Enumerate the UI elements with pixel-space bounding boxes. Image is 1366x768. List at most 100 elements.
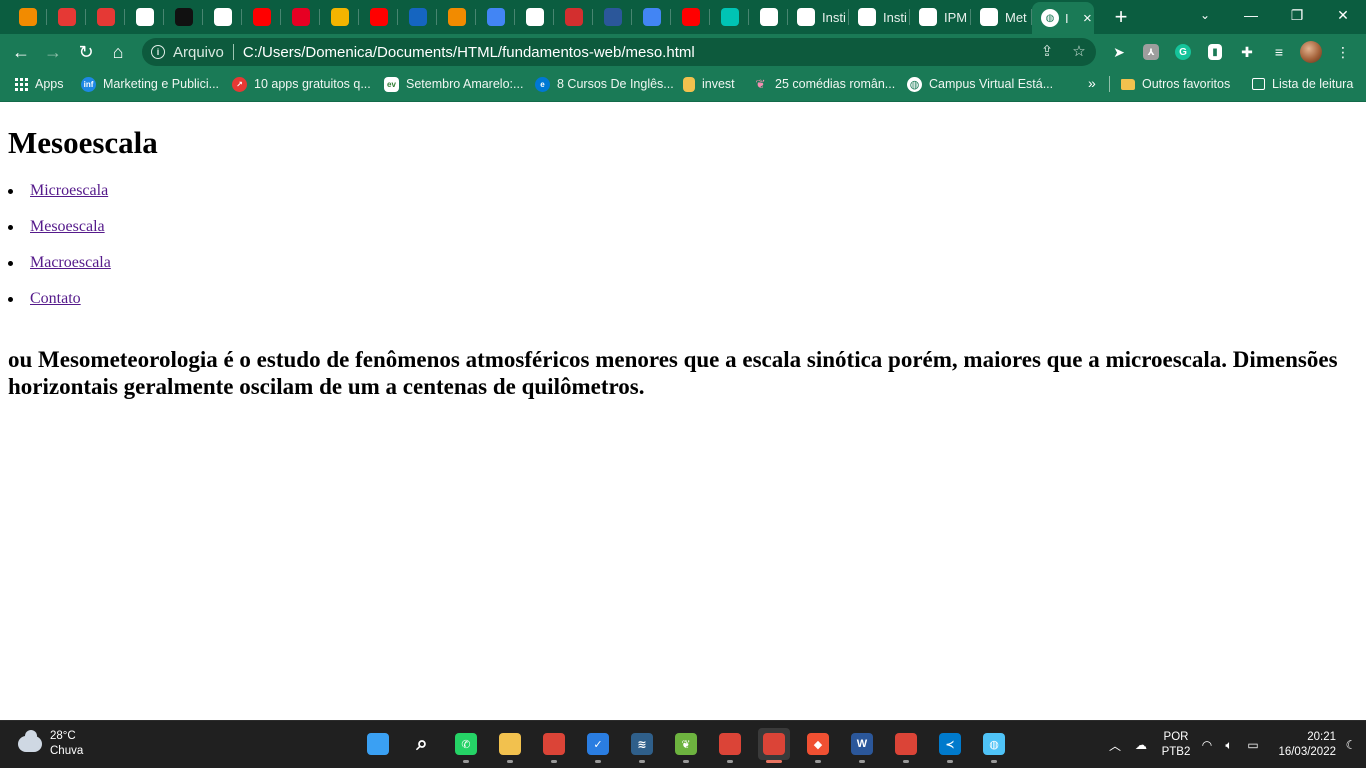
grammarly-icon[interactable]: G — [1170, 39, 1196, 65]
taskbar-vscode-button[interactable]: ≺ — [934, 728, 966, 763]
tab[interactable] — [398, 0, 437, 34]
site-info-icon[interactable]: i — [151, 45, 165, 59]
share-icon[interactable]: ⇪ — [1038, 42, 1056, 60]
tab[interactable] — [710, 0, 749, 34]
tab-active[interactable]: ◍ I × — [1032, 2, 1094, 34]
taskbar-chrome-profile-button[interactable] — [714, 728, 746, 763]
bookmark-cursos[interactable]: e 8 Cursos De Inglês... — [535, 70, 674, 98]
reload-button[interactable]: ↻ — [73, 39, 99, 65]
tab[interactable] — [437, 0, 476, 34]
taskbar-whatsapp-button[interactable]: ✆ — [450, 728, 482, 763]
taskbar-mysql-workbench-button[interactable]: ≋ — [626, 728, 658, 763]
clock[interactable]: 20:21 16/03/2022 — [1266, 730, 1336, 760]
tab[interactable] — [632, 0, 671, 34]
taskbar-git-button[interactable]: ◆ — [802, 728, 834, 763]
address-bar[interactable]: i Arquivo C:/Users/Domenica/Documents/HT… — [142, 38, 1096, 66]
tab[interactable] — [749, 0, 788, 34]
youtube-icon — [252, 8, 271, 26]
media-control-icon[interactable]: ≡ — [1266, 39, 1292, 65]
running-indicator — [766, 760, 782, 763]
running-indicator — [991, 760, 997, 763]
tab[interactable] — [476, 0, 515, 34]
bookmark-campus[interactable]: ◍ Campus Virtual Está... — [907, 70, 1053, 98]
taskbar-word-button[interactable]: W — [846, 728, 878, 763]
taskbar-chrome-profile-button[interactable] — [890, 728, 922, 763]
taskbar-map-app-button[interactable]: ◍ — [978, 728, 1010, 763]
restore-button[interactable]: ❐ — [1274, 0, 1320, 30]
battery-icon[interactable]: ▭ — [1240, 738, 1266, 752]
reading-list-button[interactable]: Lista de leitura — [1252, 70, 1353, 98]
tab[interactable] — [671, 0, 710, 34]
tab[interactable] — [359, 0, 398, 34]
nav-link-contato[interactable]: Contato — [30, 290, 81, 307]
tab[interactable] — [242, 0, 281, 34]
bookmark-other-favorites[interactable]: Outros favoritos — [1121, 70, 1230, 98]
todo-icon: ✓ — [587, 733, 609, 755]
minimize-button[interactable]: — — [1228, 0, 1274, 30]
bookmark-comedias[interactable]: ❦ 25 comédias român... — [753, 70, 895, 98]
taskbar-chrome-profile-button[interactable] — [758, 728, 790, 763]
file-explorer-icon — [499, 733, 521, 755]
chrome-profile-icon — [763, 733, 785, 755]
nav-link-microescala[interactable]: Microescala — [30, 182, 108, 199]
tab-title: Insti — [822, 9, 846, 25]
profile-avatar[interactable] — [1298, 39, 1324, 65]
tab[interactable] — [554, 0, 593, 34]
tab[interactable] — [203, 0, 242, 34]
taskbar-file-explorer-button[interactable] — [494, 728, 526, 763]
home-button[interactable]: ⌂ — [105, 39, 131, 65]
tab[interactable] — [164, 0, 203, 34]
tray-overflow-icon[interactable]: ︿ — [1104, 737, 1126, 754]
tab[interactable]: Insti — [849, 0, 910, 34]
bookmark-label: Apps — [35, 77, 64, 91]
tab[interactable] — [125, 0, 164, 34]
bookmarks-overflow-button[interactable]: » — [1088, 75, 1096, 91]
taskbar-search-button[interactable]: ⌕ — [406, 728, 438, 760]
nav-link-mesoescala[interactable]: Mesoescala — [30, 218, 105, 235]
extensions-puzzle-icon[interactable]: ✚ — [1234, 39, 1260, 65]
notifications-icon[interactable]: ☾ — [1336, 738, 1366, 752]
bookmark-invest[interactable]: invest — [683, 70, 735, 98]
tab[interactable]: Insti — [788, 0, 849, 34]
bookmark-marketing[interactable]: inf Marketing e Publici... — [81, 70, 219, 98]
close-tab-icon[interactable]: × — [1083, 10, 1092, 27]
taskbar-todo-button[interactable]: ✓ — [582, 728, 614, 763]
tab[interactable]: Met — [971, 0, 1032, 34]
tab[interactable]: IPM — [910, 0, 971, 34]
back-button[interactable]: ← — [8, 39, 34, 65]
menu-kebab-icon[interactable]: ⋮ — [1330, 39, 1356, 65]
tab[interactable] — [515, 0, 554, 34]
close-window-button[interactable]: ✕ — [1320, 0, 1366, 30]
bookmark-setembro[interactable]: ev Setembro Amarelo:... — [384, 70, 523, 98]
taskbar-chrome-button[interactable] — [538, 728, 570, 763]
wifi-icon[interactable]: ◠ — [1196, 738, 1218, 752]
language-indicator[interactable]: POR PTB2 — [1156, 730, 1196, 760]
nav-link-macroescala[interactable]: Macroescala — [30, 254, 111, 271]
volume-icon[interactable]: 🔈︎ — [1218, 738, 1240, 753]
onedrive-error-icon[interactable]: ☁ — [1126, 738, 1156, 752]
keyboard-layout: PTB2 — [1161, 746, 1191, 758]
bookmark-apps[interactable]: Apps — [15, 70, 64, 98]
tab[interactable] — [8, 0, 47, 34]
speaker-icon — [759, 8, 778, 26]
security-label: Arquivo — [173, 43, 224, 61]
bookmark-label: 25 comédias român... — [775, 77, 896, 91]
new-tab-button[interactable]: + — [1100, 4, 1142, 30]
taskbar-windows-start-button[interactable] — [362, 728, 394, 760]
url-text[interactable]: C:/Users/Domenica/Documents/HTML/fundame… — [243, 44, 695, 61]
weather-widget[interactable]: 28°C Chuva — [18, 729, 83, 759]
forward-button[interactable]: → — [40, 39, 66, 65]
pdf-extension-icon[interactable]: ⅄ — [1138, 39, 1164, 65]
bookmark-apps-gratuitos[interactable]: ↗ 10 apps gratuitos q... — [232, 70, 371, 98]
bookmark-star-icon[interactable]: ☆ — [1070, 42, 1088, 60]
tab[interactable] — [281, 0, 320, 34]
system-tray: ︿ ☁ POR PTB2 ◠ 🔈︎ ▭ 20:21 16/03/2022 ☾ — [1104, 721, 1366, 768]
save-extension-icon[interactable]: ▮ — [1202, 39, 1228, 65]
cursor-extension-icon[interactable]: ➤ — [1106, 39, 1132, 65]
tab[interactable] — [86, 0, 125, 34]
tab-search-icon[interactable]: ⌄ — [1190, 0, 1220, 30]
tab[interactable] — [593, 0, 632, 34]
tab[interactable] — [47, 0, 86, 34]
taskbar-spring-button[interactable]: ❦ — [670, 728, 702, 763]
tab[interactable] — [320, 0, 359, 34]
